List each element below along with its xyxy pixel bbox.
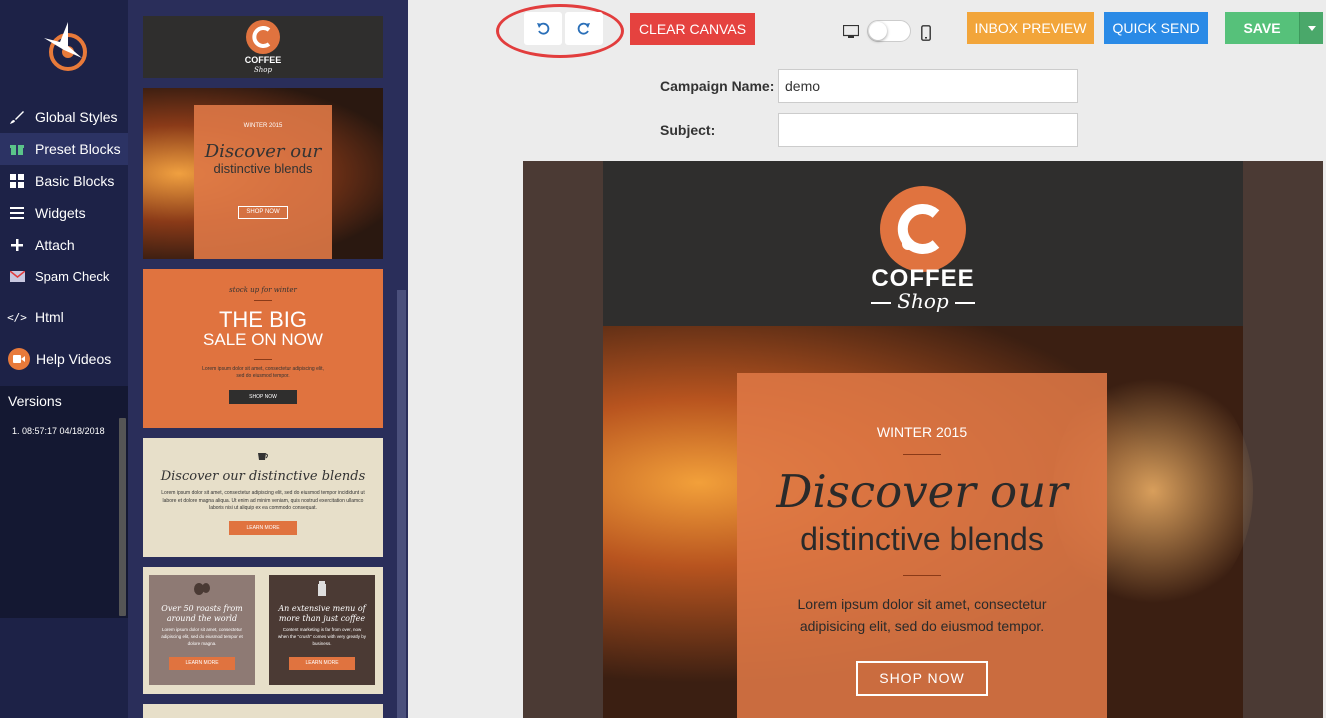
left-nav: Global Styles Preset Blocks Basic Blocks…	[0, 0, 128, 718]
block-button: LEARN MORE	[289, 657, 355, 671]
nav-global-styles[interactable]: Global Styles	[0, 101, 128, 133]
view-toggle[interactable]	[867, 20, 911, 42]
hero-card: WINTER 2015 Discover our distinctive ble…	[737, 373, 1107, 718]
gift-icon	[8, 140, 26, 158]
block-body: Lorem ipsum dolor sit amet, consectetur …	[161, 490, 365, 511]
redo-icon	[577, 22, 590, 35]
nav-spam-check[interactable]: Spam Check	[0, 260, 128, 292]
desktop-icon[interactable]	[843, 25, 859, 39]
block-button: SHOP NOW	[238, 205, 288, 219]
nav-label: Global Styles	[35, 109, 118, 125]
block-title: Discover our	[204, 141, 322, 162]
versions-list: 1. 08:57:17 04/18/2018	[0, 416, 128, 618]
block-column-title: Over 50 roasts from around the world	[161, 604, 243, 623]
block-button: SHOP NOW	[229, 389, 297, 404]
campaign-name-input[interactable]	[778, 69, 1078, 103]
hero-body: Lorem ipsum dolor sit amet, consectetur …	[797, 596, 1047, 634]
nav-label: Attach	[35, 237, 75, 253]
list-icon	[8, 204, 26, 222]
undo-icon	[537, 22, 550, 35]
coffee-cup-icon	[258, 453, 268, 460]
preset-block-partial[interactable]	[143, 704, 383, 718]
email-body: COFFEE Shop WINTER 2015 Discover our dis…	[603, 161, 1253, 718]
app-logo	[44, 22, 87, 71]
brush-icon	[8, 108, 26, 126]
preset-block-header[interactable]: COFFEE Shop	[143, 16, 383, 78]
nav-label: Widgets	[35, 205, 86, 221]
email-brand-sub-row: Shop	[603, 289, 1243, 313]
email-canvas: COFFEE Shop WINTER 2015 Discover our dis…	[523, 161, 1323, 718]
mobile-icon[interactable]	[921, 25, 931, 41]
hero-eyebrow: WINTER 2015	[876, 424, 968, 440]
preset-blocks-panel: COFFEE Shop WINTER 2015 Discover our dis…	[128, 0, 408, 718]
subject-label: Subject:	[660, 122, 716, 138]
clear-canvas-button[interactable]: CLEAR CANVAS	[630, 13, 755, 45]
nav-basic-blocks[interactable]: Basic Blocks	[0, 165, 128, 197]
view-toggle-knob	[869, 22, 887, 40]
block-title: THE BIG	[218, 307, 307, 332]
coffee-logo-icon	[246, 20, 280, 54]
nav-label: Html	[35, 309, 64, 325]
mail-icon	[8, 267, 26, 285]
block-brand: COFFEE	[244, 55, 282, 65]
block-button: LEARN MORE	[169, 657, 235, 671]
nav-label: Help Videos	[36, 351, 112, 367]
coffee-beans-icon	[149, 581, 255, 602]
hero-divider	[903, 454, 941, 455]
preset-block-sale[interactable]: stock up for winter THE BIG SALE ON NOW …	[143, 269, 383, 428]
coffee-bag-icon	[269, 581, 375, 602]
nav-label: Spam Check	[35, 268, 110, 284]
plus-icon	[8, 236, 26, 254]
nav-preset-blocks[interactable]: Preset Blocks	[0, 133, 128, 165]
quick-send-button[interactable]: QUICK SEND	[1104, 12, 1208, 44]
email-hero[interactable]: WINTER 2015 Discover our distinctive ble…	[603, 326, 1253, 718]
block-subtitle: distinctive blends	[213, 161, 313, 176]
block-subtitle: SALE ON NOW	[203, 330, 323, 349]
block-brand-sub: Shop	[254, 66, 272, 74]
nav-attach[interactable]: Attach	[0, 229, 128, 261]
save-button[interactable]: SAVE	[1225, 12, 1299, 44]
nav-label: Preset Blocks	[35, 141, 121, 157]
email-header[interactable]: COFFEE Shop	[603, 161, 1243, 326]
shop-now-button[interactable]: SHOP NOW	[856, 660, 988, 696]
block-column-body: Lorem ipsum dolor sit amet, consectetur …	[161, 627, 243, 646]
block-title: Discover our distinctive blends	[160, 469, 366, 484]
save-options-button[interactable]	[1299, 12, 1323, 44]
version-item[interactable]: 1. 08:57:17 04/18/2018	[12, 426, 105, 436]
code-icon: </>	[7, 310, 27, 324]
video-icon	[8, 348, 30, 370]
block-eyebrow: stock up for winter	[229, 286, 297, 294]
campaign-name-label: Campaign Name:	[660, 78, 775, 94]
versions-header: Versions	[0, 386, 128, 416]
coffee-logo-icon	[880, 186, 966, 272]
block-button: LEARN MORE	[229, 520, 297, 535]
inbox-preview-button[interactable]: INBOX PREVIEW	[967, 12, 1094, 44]
nav-help-videos[interactable]: Help Videos	[0, 343, 128, 375]
chevron-down-icon	[1307, 25, 1316, 31]
hero-title: Discover our	[776, 465, 1068, 518]
block-column-title: An extensive menu of more than just coff…	[278, 604, 366, 623]
nav-html[interactable]: </> Html	[0, 301, 128, 333]
versions-scrollbar[interactable]	[119, 418, 126, 616]
preset-block-hero[interactable]: WINTER 2015 Discover our distinctive ble…	[143, 88, 383, 259]
redo-button[interactable]	[565, 12, 603, 45]
panel-scrollbar[interactable]	[397, 290, 406, 718]
nav-label: Basic Blocks	[35, 173, 115, 189]
block-eyebrow: WINTER 2015	[243, 123, 283, 129]
undo-button[interactable]	[524, 12, 562, 45]
preset-block-text[interactable]: Discover our distinctive blends Lorem ip…	[143, 438, 383, 557]
versions-label: Versions	[8, 393, 62, 409]
nav-widgets[interactable]: Widgets	[0, 197, 128, 229]
hero-subtitle: distinctive blends	[800, 521, 1044, 557]
preset-block-two-column[interactable]: Over 50 roasts from around the world Lor…	[143, 567, 383, 694]
hero-divider	[903, 575, 941, 577]
block-body: Lorem ipsum dolor sit amet, consectetur …	[202, 365, 324, 379]
email-brand-sub: Shop	[897, 289, 949, 313]
subject-input[interactable]	[778, 113, 1078, 147]
block-column-body: Content marketing is far from over, now …	[278, 627, 366, 646]
grid-icon	[8, 172, 26, 190]
